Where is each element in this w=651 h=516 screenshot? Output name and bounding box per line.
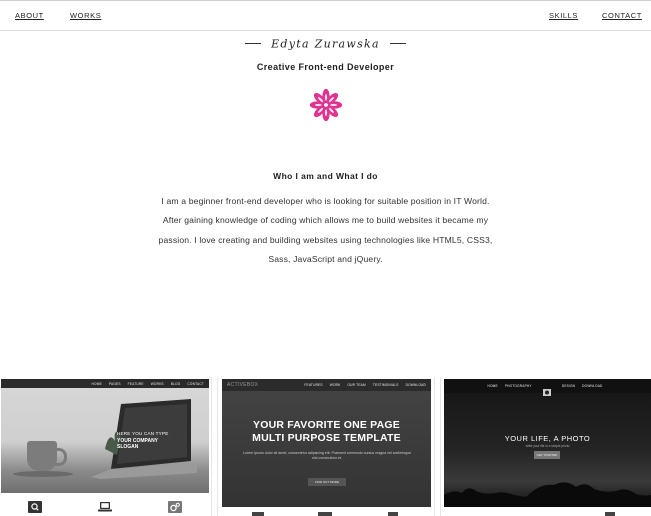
- slogan-line-3: SLOGAN: [117, 444, 139, 450]
- thumb-nav-item: TESTIMONIALS: [372, 383, 399, 387]
- thumbnail-cta-button: GET STARTED: [534, 451, 560, 459]
- name-heading: Edyta Zurawska: [0, 35, 651, 53]
- flower-icon: [309, 88, 343, 122]
- project-thumbnail-2[interactable]: FEATURES WORK OUR TEAM TESTIMONIALS DOWN…: [222, 379, 431, 507]
- card-icon-peek: [388, 512, 398, 516]
- card-icon-peek: [605, 512, 615, 516]
- thumb-nav-item: OUR TEAM: [347, 383, 366, 387]
- project-card-1[interactable]: HOME PAGES FEATURE WORKS BLOG CONTACT HE…: [0, 377, 212, 516]
- thumb-nav-item: PHOTOGRAPHY: [504, 384, 532, 388]
- thumb-nav-item: BLOG: [170, 381, 181, 386]
- thumb-nav-item: HOME: [91, 381, 102, 386]
- thumbnail-subtitle: write your life in a simple photo: [525, 444, 570, 448]
- role-subtitle: Creative Front-end Developer: [256, 62, 395, 72]
- thumbnail-cta-button: FIND OUT MORE: [308, 478, 346, 486]
- project-card-2[interactable]: FEATURES WORK OUR TEAM TESTIMONIALS DOWN…: [217, 377, 435, 516]
- search-icon: [28, 501, 42, 513]
- project-card-3[interactable]: HOME PHOTOGRAPHY DESIGN DOWNLOAD YOUR LI…: [440, 377, 651, 516]
- about-heading: Who I am and What I do: [273, 171, 378, 181]
- tree-silhouette-image: [444, 482, 651, 507]
- thumb-nav-item: DOWNLOAD: [582, 384, 603, 388]
- thumb-nav-item: HOME: [487, 384, 498, 388]
- nav-link-skills[interactable]: SKILLS: [549, 11, 578, 20]
- thumb-nav-item: DOWNLOAD: [405, 383, 426, 387]
- thumbnail-nav: HOME PAGES FEATURE WORKS BLOG CONTACT: [1, 379, 209, 388]
- about-paragraph: I am a beginner front-end developer who …: [158, 196, 493, 264]
- thumbnail-headline: YOUR LIFE, A PHOTO: [504, 434, 591, 443]
- card-icon-peek: [252, 512, 264, 516]
- nav-link-about[interactable]: ABOUT: [15, 11, 44, 20]
- slogan-line-2: YOUR COMPANY: [117, 437, 159, 444]
- headline-line-2: MULTI PURPOSE TEMPLATE: [252, 431, 401, 444]
- thumb-nav-item: FEATURE: [127, 381, 144, 386]
- laptop-icon: [98, 502, 112, 512]
- project-thumbnail-1[interactable]: HOME PAGES FEATURE WORKS BLOG CONTACT HE…: [1, 379, 209, 493]
- nav-link-works[interactable]: WORKS: [70, 11, 101, 20]
- thumbnail-headline: YOUR FAVORITE ONE PAGE MULTI PURPOSE TEM…: [222, 419, 431, 444]
- saucer-image: [13, 471, 73, 477]
- thumbnail-brand: ACTIVEBOX: [227, 382, 259, 388]
- thumb-nav-item: WORKS: [150, 381, 164, 386]
- coffee-cup-image: [27, 441, 67, 471]
- thumbnail-slogan: HERE YOU CAN TYPE YOUR COMPANY SLOGAN: [117, 431, 168, 451]
- thumb-nav-item: DESIGN: [561, 384, 576, 388]
- top-navigation: ABOUT WORKS SKILLS CONTACT: [0, 0, 651, 31]
- gears-icon: [168, 501, 182, 513]
- thumb-nav-item: WORK: [329, 383, 341, 387]
- thumb-nav-item: CONTACT: [187, 381, 204, 386]
- left-dash: [244, 43, 261, 45]
- card-icon-peek: [318, 512, 332, 516]
- project-thumbnail-3[interactable]: HOME PHOTOGRAPHY DESIGN DOWNLOAD YOUR LI…: [444, 379, 651, 507]
- thumbnail-subtitle: Lorem ipsum dolor sit amet, consectetur …: [243, 451, 411, 460]
- thumb-nav-item: FEATURES: [304, 383, 323, 387]
- thumb-nav-item: PAGES: [108, 381, 121, 386]
- right-dash: [390, 43, 407, 45]
- camera-logo-icon: [543, 389, 551, 396]
- author-name: Edyta Zurawska: [271, 37, 380, 51]
- nav-link-contact[interactable]: CONTACT: [602, 11, 642, 20]
- headline-line-1: YOUR FAVORITE ONE PAGE: [253, 419, 400, 431]
